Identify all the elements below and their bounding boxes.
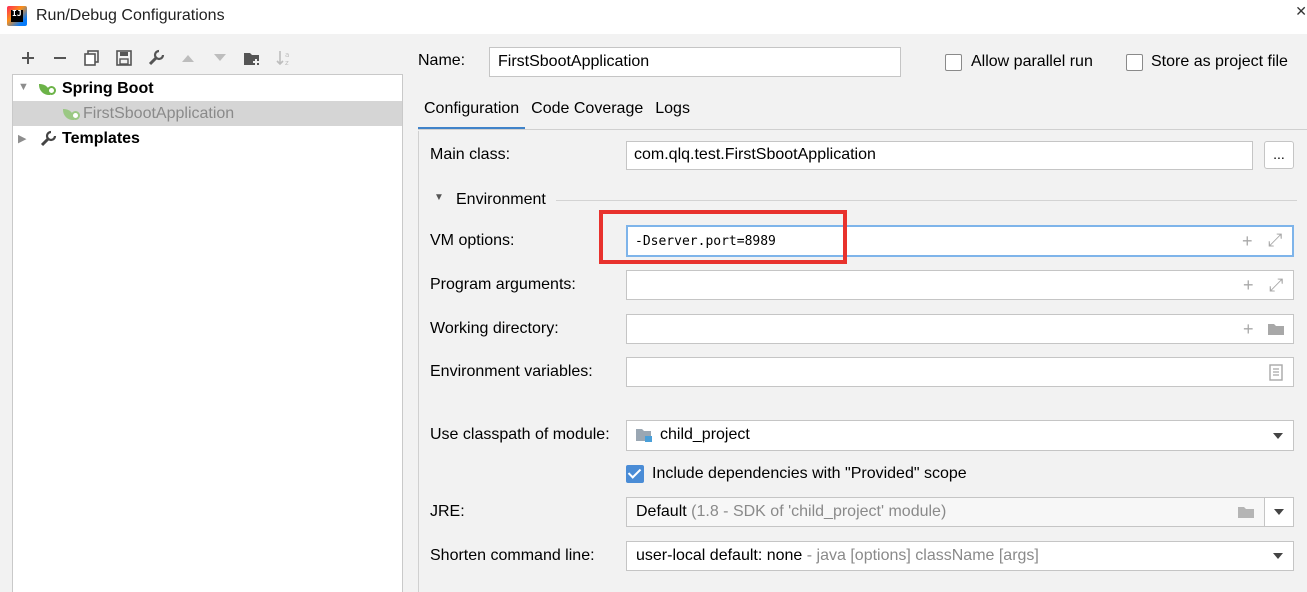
tree-templates-label: Templates [62,129,140,147]
allow-parallel-run-checkbox[interactable] [945,54,962,71]
jre-field[interactable]: Default (1.8 - SDK of 'child_project' mo… [626,497,1265,527]
close-icon[interactable]: ✕ [1295,3,1307,20]
tree-item-label: FirstSbootApplication [83,104,235,122]
environment-collapse-icon[interactable]: ▼ [434,192,444,203]
window-title: Run/Debug Configurations [36,7,225,24]
store-as-project-file-checkbox[interactable] [1126,54,1143,71]
working-directory-field[interactable]: + [626,314,1294,344]
main-class-value: com.qlq.test.FirstSbootApplication [634,146,876,163]
spring-boot-icon [39,82,57,96]
configuration-tree: ▼ Spring Boot FirstSbootApplication ▶ Te… [12,74,403,592]
svg-text:a: a [285,51,289,59]
spring-boot-icon [63,107,81,121]
environment-variables-label: Environment variables: [430,363,593,380]
tree-group-spring-boot[interactable]: ▼ Spring Boot [13,76,402,101]
tree-group-label: Spring Boot [62,79,154,97]
tab-logs[interactable]: Logs [649,94,696,130]
shorten-command-line-value: user-local default: none - java [options… [636,547,1039,564]
shorten-command-line-select[interactable]: user-local default: none - java [options… [626,541,1294,571]
tree-group-templates[interactable]: ▶ Templates [13,126,402,151]
allow-parallel-run-label: Allow parallel run [971,53,1093,70]
include-dependencies-label: Include dependencies with "Provided" sco… [652,465,967,482]
move-down-icon[interactable] [204,44,236,72]
jre-dropdown-button[interactable] [1264,497,1294,527]
remove-icon[interactable] [44,44,76,72]
dropdown-arrow-icon[interactable] [1274,509,1284,515]
classpath-module-select[interactable]: child_project [626,420,1294,451]
tree-item-first-sboot-application[interactable]: FirstSbootApplication [13,101,402,126]
jre-label: JRE: [430,503,465,520]
wrench-icon [39,130,57,153]
expand-icon[interactable]: ⤢ [1268,231,1282,249]
environment-section-label[interactable]: Environment [456,191,546,209]
collapse-arrow-icon[interactable]: ▶ [18,132,26,145]
dropdown-arrow-icon[interactable] [1273,433,1283,439]
add-icon[interactable]: + [1243,320,1254,338]
intellij-logo-icon: IJ [7,6,27,26]
store-as-project-file-label: Store as project file [1151,53,1288,70]
document-icon[interactable] [1269,364,1283,386]
expand-icon[interactable]: ⤢ [1269,276,1283,294]
save-icon[interactable] [108,44,140,72]
add-icon[interactable]: + [1242,232,1253,250]
name-label: Name: [418,52,466,69]
wrench-icon[interactable] [140,44,172,72]
tab-configuration[interactable]: Configuration [418,94,526,130]
expand-arrow-icon[interactable]: ▼ [18,81,29,93]
program-arguments-label: Program arguments: [430,276,576,293]
sort-icon[interactable]: az [268,44,300,72]
new-folder-icon[interactable] [236,44,268,72]
browse-main-class-button[interactable]: ... [1264,141,1294,169]
program-arguments-field[interactable]: + ⤢ [626,270,1294,300]
working-directory-label: Working directory: [430,320,559,337]
add-icon[interactable] [12,44,44,72]
folder-icon[interactable] [1267,322,1285,341]
highlight-box [599,210,847,264]
dropdown-arrow-icon[interactable] [1273,553,1283,559]
shorten-command-line-label: Shorten command line: [430,547,595,564]
tab-divider [418,129,1307,130]
classpath-module-label: Use classpath of module: [430,426,610,443]
tab-code-coverage[interactable]: Code Coverage [525,94,649,130]
environment-variables-field[interactable] [626,357,1294,387]
vm-options-label: VM options: [430,232,515,249]
svg-text:z: z [285,59,289,67]
add-icon[interactable]: + [1243,276,1254,294]
main-class-field[interactable]: com.qlq.test.FirstSbootApplication [626,141,1253,170]
folder-icon[interactable] [1237,505,1255,524]
main-class-label: Main class: [430,146,511,163]
title-bar: IJ Run/Debug Configurations ✕ [0,0,1307,34]
config-tabs: Configuration Code Coverage Logs [418,94,696,130]
module-folder-icon [635,427,653,448]
move-up-icon[interactable] [172,44,204,72]
name-field[interactable]: FirstSbootApplication [489,47,901,77]
include-dependencies-checkbox[interactable] [626,465,644,483]
jre-value: Default (1.8 - SDK of 'child_project' mo… [636,503,947,520]
copy-icon[interactable] [76,44,108,72]
classpath-module-value: child_project [660,426,750,443]
environment-divider [556,200,1297,201]
tree-toolbar: az [12,44,300,72]
